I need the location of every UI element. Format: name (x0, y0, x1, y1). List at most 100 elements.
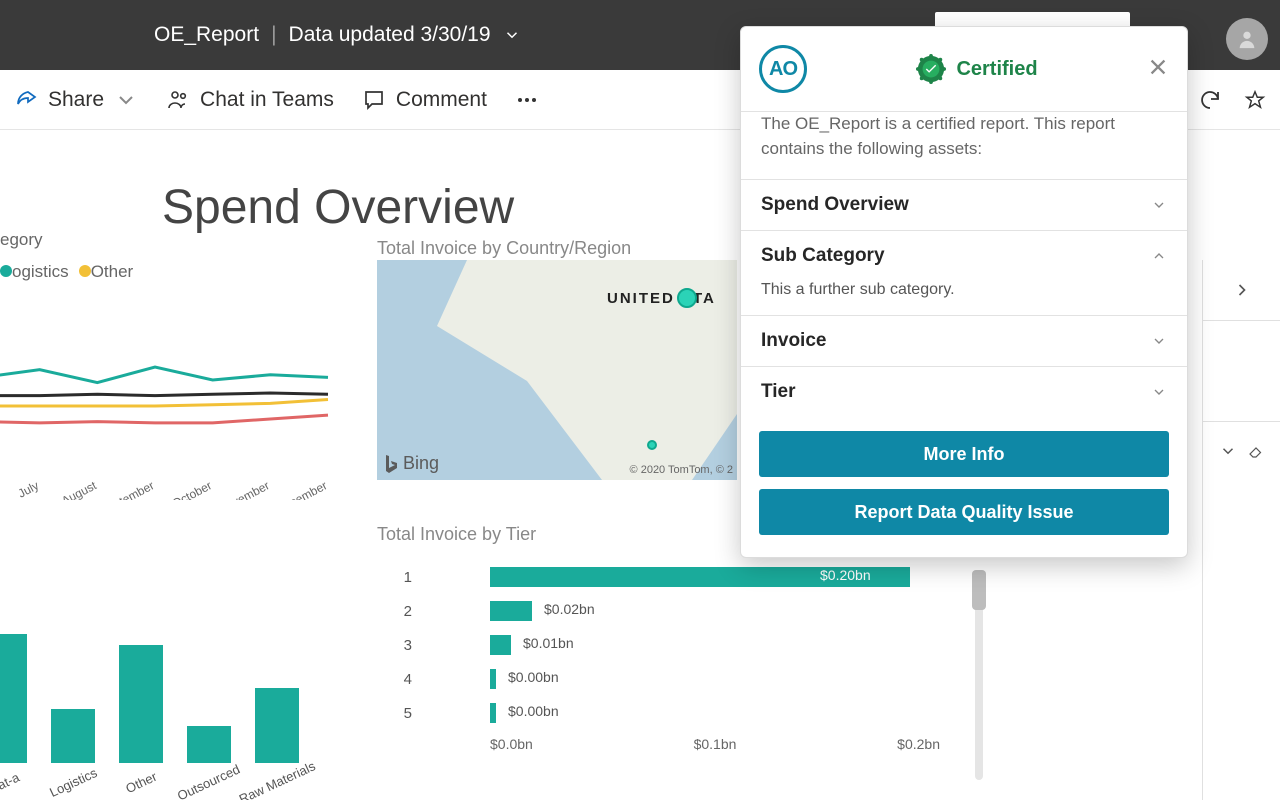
tier-category: 2 (390, 603, 430, 620)
svg-text:October: October (170, 478, 214, 500)
column-bar (0, 634, 27, 763)
tier-category: 5 (390, 705, 430, 722)
svg-text:November: November (216, 478, 271, 500)
column-bar (51, 709, 95, 763)
section-title: Spend Overview (761, 194, 909, 216)
sub-category-body: This a further sub category. (741, 281, 1187, 315)
bing-label: Bing (403, 453, 439, 474)
section-spend-overview[interactable]: Spend Overview (741, 180, 1187, 230)
report-issue-button[interactable]: Report Data Quality Issue (759, 489, 1169, 535)
right-rail (1202, 260, 1280, 800)
legend-row: ogistics Other (0, 262, 143, 282)
column-bar (255, 688, 299, 763)
report-name: OE_Report (154, 23, 259, 47)
section-title: Tier (761, 381, 796, 403)
svg-text:September: September (98, 478, 156, 500)
chevron-down-icon[interactable] (114, 88, 138, 112)
share-icon (14, 88, 38, 112)
refresh-icon[interactable] (1198, 88, 1222, 112)
column[interactable]: Outsourced (184, 726, 234, 791)
column[interactable]: Logistics (48, 709, 98, 790)
certified-label: Certified (956, 58, 1037, 81)
tier-row[interactable]: 2 $0.02bn (390, 594, 980, 628)
svg-text:December: December (274, 478, 329, 500)
map-country-label: UNITED STA (607, 290, 716, 307)
bing-attribution: Bing (383, 453, 439, 474)
tier-category: 1 (390, 569, 430, 586)
share-button[interactable]: Share (14, 88, 138, 112)
tier-bar (490, 635, 511, 655)
tier-bar-chart[interactable]: 1 $0.20bn 2 $0.02bn 3$0.01bn 4 $0.00bn 5 $0.00bn… (390, 560, 980, 752)
legend-dot (0, 265, 12, 277)
tier-value-label: $0.01bn (523, 635, 574, 651)
column-chart[interactable]: cat-a Logistics Other Outsourced Raw Materia… (0, 590, 310, 790)
tier-bar (490, 669, 496, 689)
rail-filter-icons (1219, 442, 1265, 460)
rail-divider (1203, 421, 1280, 422)
map-copyright: © 2020 TomTom, © 2 (630, 464, 733, 476)
expand-icon[interactable] (1232, 280, 1252, 300)
rail-divider (1203, 320, 1280, 321)
map-visual[interactable]: UNITED STA Bing © 2020 TomTom, © 2 (377, 260, 737, 480)
column-label: Outsourced (175, 762, 242, 800)
tier-row[interactable]: 5 $0.00bn (390, 696, 980, 730)
favorite-icon[interactable] (1244, 89, 1266, 111)
line-chart[interactable]: JuneJulyAugustSeptemberOctoberNovemberDe… (0, 320, 340, 500)
eraser-icon[interactable] (1247, 442, 1265, 460)
tier-category: 4 (390, 671, 430, 688)
tier-value-label: $0.02bn (544, 601, 595, 617)
bing-icon (383, 454, 399, 474)
user-avatar[interactable] (1226, 18, 1268, 60)
column[interactable]: Raw Materials (252, 688, 302, 790)
chevron-down-icon[interactable] (1219, 442, 1237, 460)
tier-bar (490, 703, 496, 723)
legend-label: ogistics (12, 262, 69, 281)
close-icon (1147, 56, 1169, 78)
comment-label: Comment (396, 88, 487, 112)
title-divider: | (271, 23, 276, 47)
slider-handle[interactable] (972, 570, 986, 610)
close-button[interactable] (1147, 56, 1169, 83)
chat-teams-button[interactable]: Chat in Teams (166, 88, 334, 112)
axis-tick: $0.1bn (694, 736, 737, 752)
legend-dot (79, 265, 91, 277)
popover-header: AO Certified (741, 27, 1187, 111)
section-tier[interactable]: Tier (741, 367, 1187, 417)
more-info-button[interactable]: More Info (759, 431, 1169, 477)
ao-badge: AO (759, 45, 807, 93)
chevron-down-icon (1151, 333, 1167, 349)
svg-text:August: August (59, 478, 99, 500)
tier-value-label: $0.20bn (820, 567, 871, 583)
map-title: Total Invoice by Country/Region (377, 238, 631, 259)
map-bubble[interactable] (677, 288, 697, 308)
section-invoice[interactable]: Invoice (741, 316, 1187, 366)
column-bar (187, 726, 231, 764)
column-label: Logistics (47, 765, 99, 800)
column-label: Other (123, 769, 159, 796)
report-title-block[interactable]: OE_Report | Data updated 3/30/19 (154, 23, 521, 47)
tier-slider[interactable] (975, 570, 983, 780)
tier-row[interactable]: 1 $0.20bn (390, 560, 980, 594)
tier-value-label: $0.00bn (508, 703, 559, 719)
svg-text:July: July (16, 478, 41, 500)
certified-seal-icon (916, 54, 946, 84)
column[interactable]: Other (116, 645, 166, 790)
comment-icon (362, 88, 386, 112)
ao-text: AO (769, 58, 797, 81)
map-bubble[interactable] (647, 440, 657, 450)
more-options-button[interactable] (515, 88, 539, 112)
chat-teams-label: Chat in Teams (200, 88, 334, 112)
tier-row[interactable]: 4 $0.00bn (390, 662, 980, 696)
teams-icon (166, 88, 190, 112)
column[interactable]: cat-a (0, 634, 30, 790)
legend-header: egory (0, 230, 143, 250)
comment-button[interactable]: Comment (362, 88, 487, 112)
legend-label: Other (91, 262, 134, 281)
chevron-down-icon[interactable] (503, 26, 521, 44)
column-bar (119, 645, 163, 763)
tier-value-label: $0.00bn (508, 669, 559, 685)
section-sub-category[interactable]: Sub Category (741, 231, 1187, 281)
column-label: cat-a (0, 770, 21, 796)
tier-row[interactable]: 3$0.01bn (390, 628, 980, 662)
chevron-down-icon (1151, 384, 1167, 400)
